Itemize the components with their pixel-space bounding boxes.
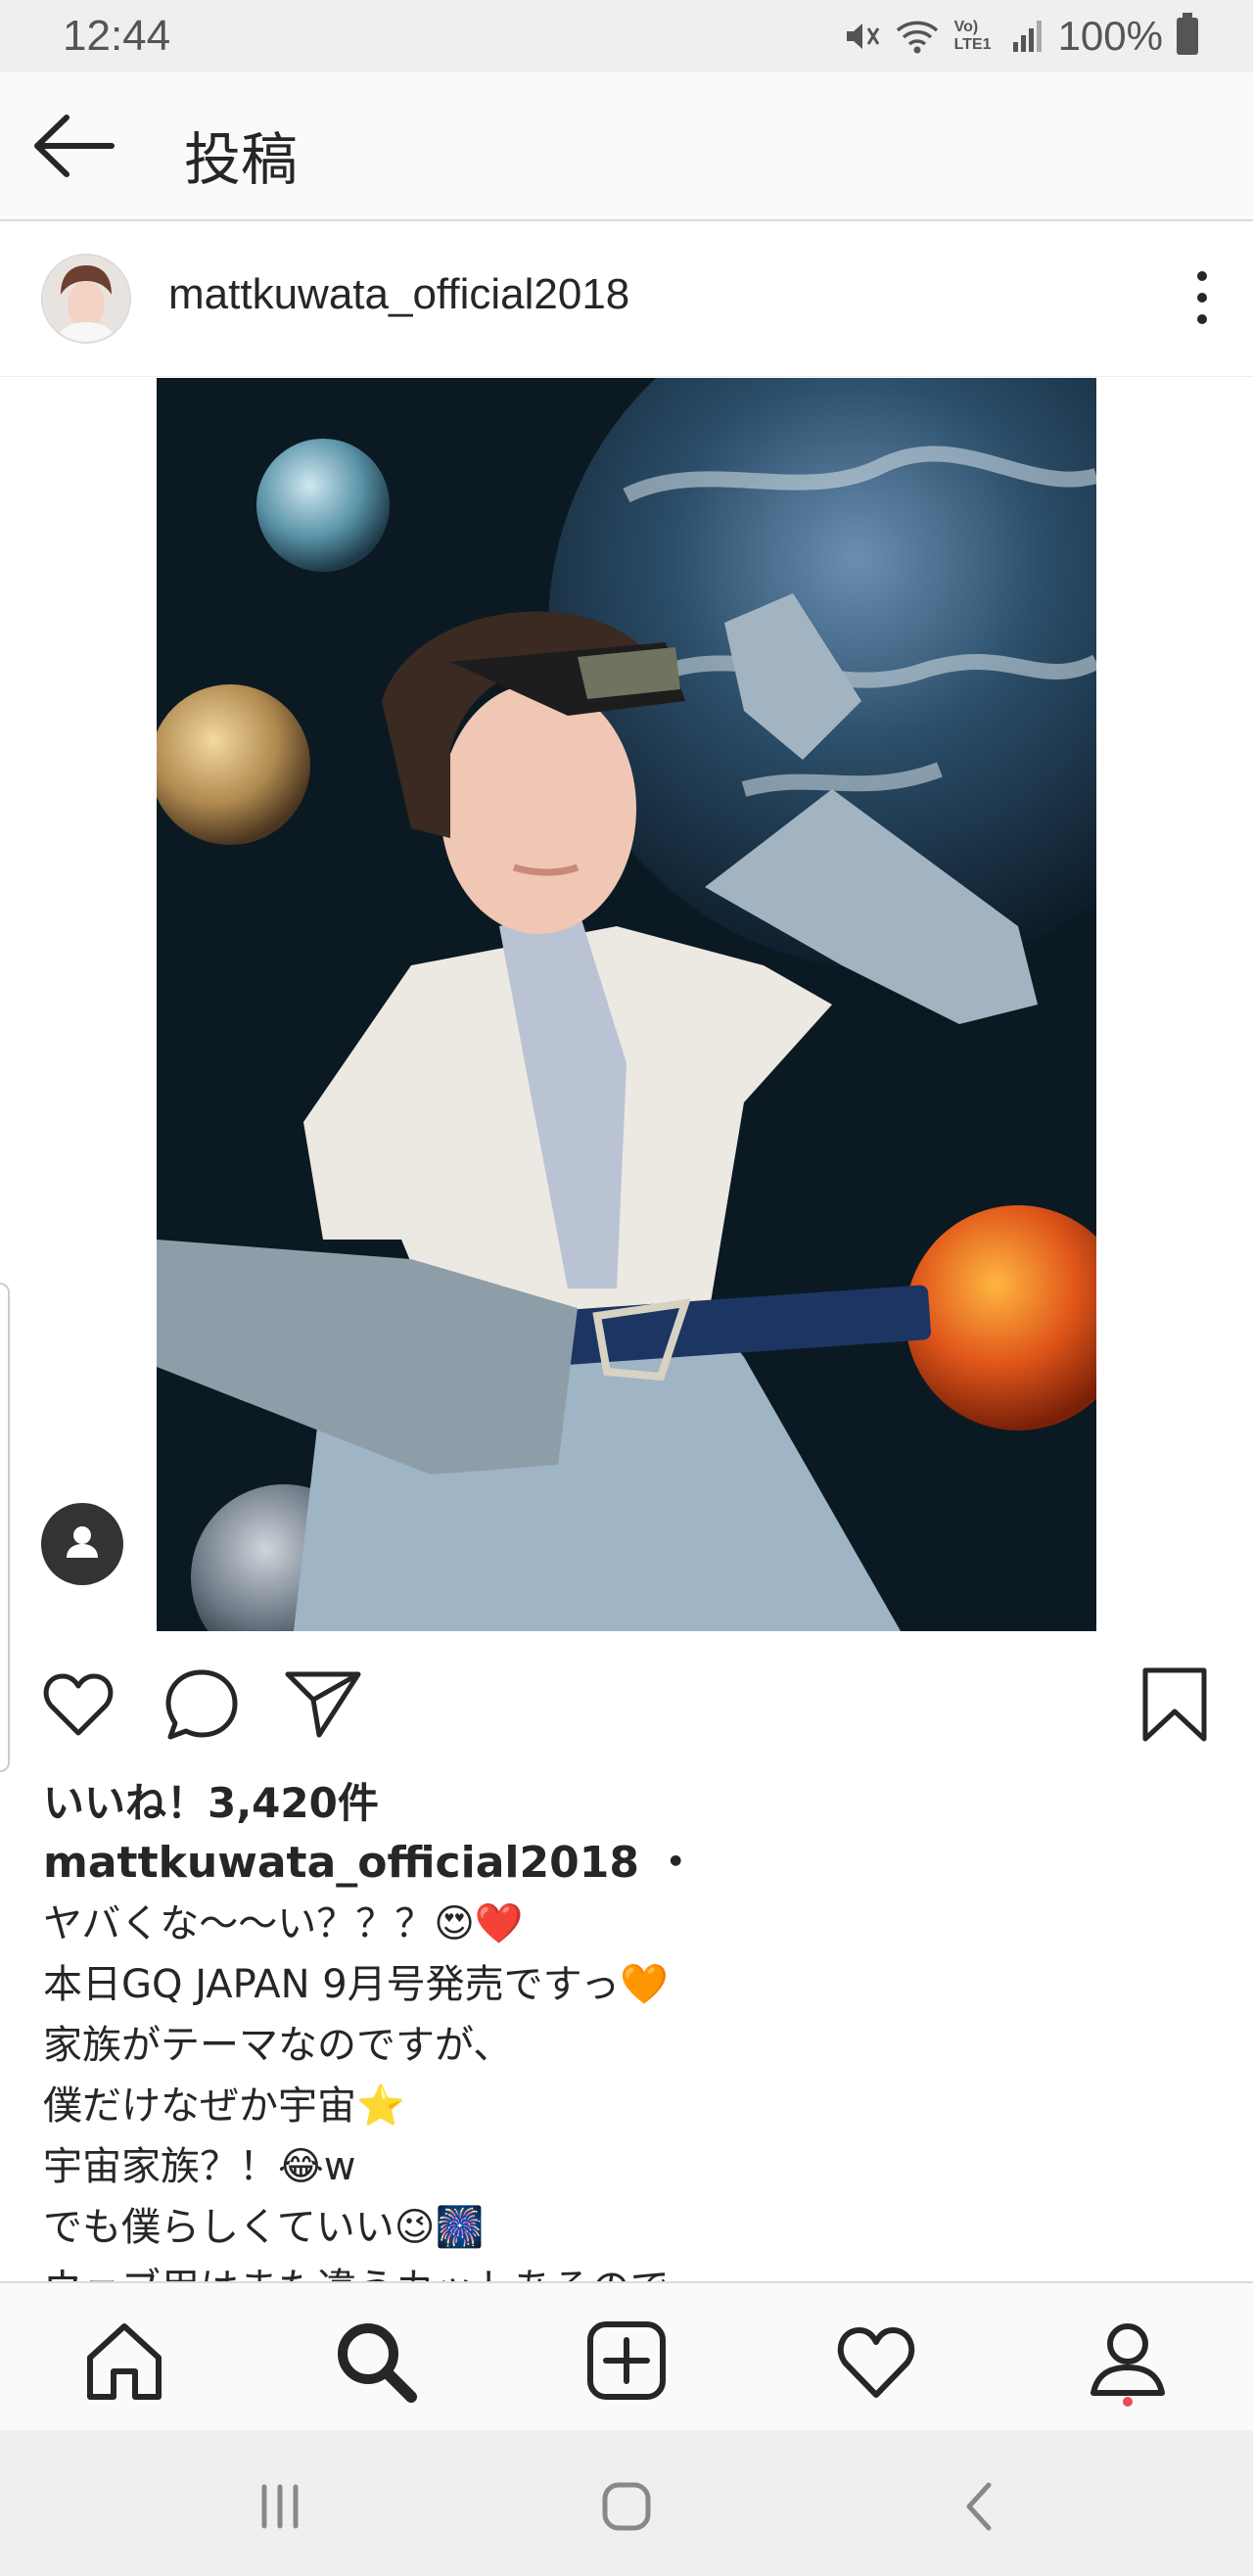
home-icon[interactable] (80, 2317, 168, 2405)
home-circle-icon[interactable] (597, 2477, 656, 2536)
post-photo[interactable] (157, 378, 1096, 1631)
notification-dot (1123, 2397, 1133, 2407)
page-title: 投稿 (184, 126, 299, 193)
post-actions (0, 1655, 1253, 1749)
bottom-nav (0, 2281, 1253, 2430)
more-vertical-icon[interactable] (1183, 266, 1222, 329)
heart-icon[interactable] (832, 2317, 920, 2405)
post-header: mattkuwata_official2018 (0, 221, 1253, 377)
like-count[interactable]: いいね！3,420件 (43, 1770, 379, 1830)
send-icon[interactable] (284, 1664, 362, 1743)
caption-line: 本日GQ JAPAN 9月号発売ですっ🧡 (43, 1962, 669, 2007)
post-username[interactable]: mattkuwata_official2018 (168, 270, 629, 319)
status-bar: 12:44 Vo) LTE1 100% (0, 0, 1253, 72)
wifi-icon (896, 21, 938, 54)
search-icon[interactable] (331, 2317, 419, 2405)
user-tag-icon (67, 1526, 98, 1558)
bookmark-icon[interactable] (1136, 1664, 1214, 1743)
caption-line: 宇宙家族？！😂w (43, 2144, 356, 2189)
battery-icon (1177, 13, 1198, 55)
signal-icon (1012, 21, 1042, 52)
avatar[interactable] (41, 254, 131, 344)
mute-icon (846, 23, 879, 49)
app-header: 投稿 (0, 72, 1253, 221)
status-icons: Vo) LTE1 100% (841, 10, 1198, 63)
post-caption: mattkuwata_official2018 ・ ヤバくな〜〜い？？？😍❤️ … (43, 1833, 1218, 2281)
arrow-left-icon[interactable] (29, 110, 117, 182)
add-post-icon[interactable] (582, 2317, 671, 2405)
status-time: 12:44 (63, 12, 171, 60)
profile-icon[interactable] (1084, 2317, 1172, 2405)
caption-line: でも僕らしくていい😉🎆 (43, 2205, 485, 2250)
system-nav-bar (0, 2430, 1253, 2576)
battery-percent: 100% (1057, 13, 1163, 59)
back-icon[interactable] (951, 2477, 1010, 2536)
caption-username[interactable]: mattkuwata_official2018 ・ (43, 1833, 1218, 1894)
caption-line: ウェブ用はまた違うカットあるので (43, 2258, 1218, 2281)
recent-apps-icon[interactable] (251, 2477, 309, 2536)
caption-line: 家族がテーマなのですが、 (43, 2023, 513, 2068)
caption-line: 僕だけなぜか宇宙⭐ (43, 2084, 405, 2129)
caption-line: ヤバくな〜〜い？？？😍❤️ (43, 1901, 524, 1946)
comment-icon[interactable] (162, 1664, 241, 1743)
network-label: Vo) LTE1 (953, 19, 992, 53)
heart-icon[interactable] (39, 1664, 117, 1743)
tag-people-button[interactable] (41, 1503, 123, 1585)
